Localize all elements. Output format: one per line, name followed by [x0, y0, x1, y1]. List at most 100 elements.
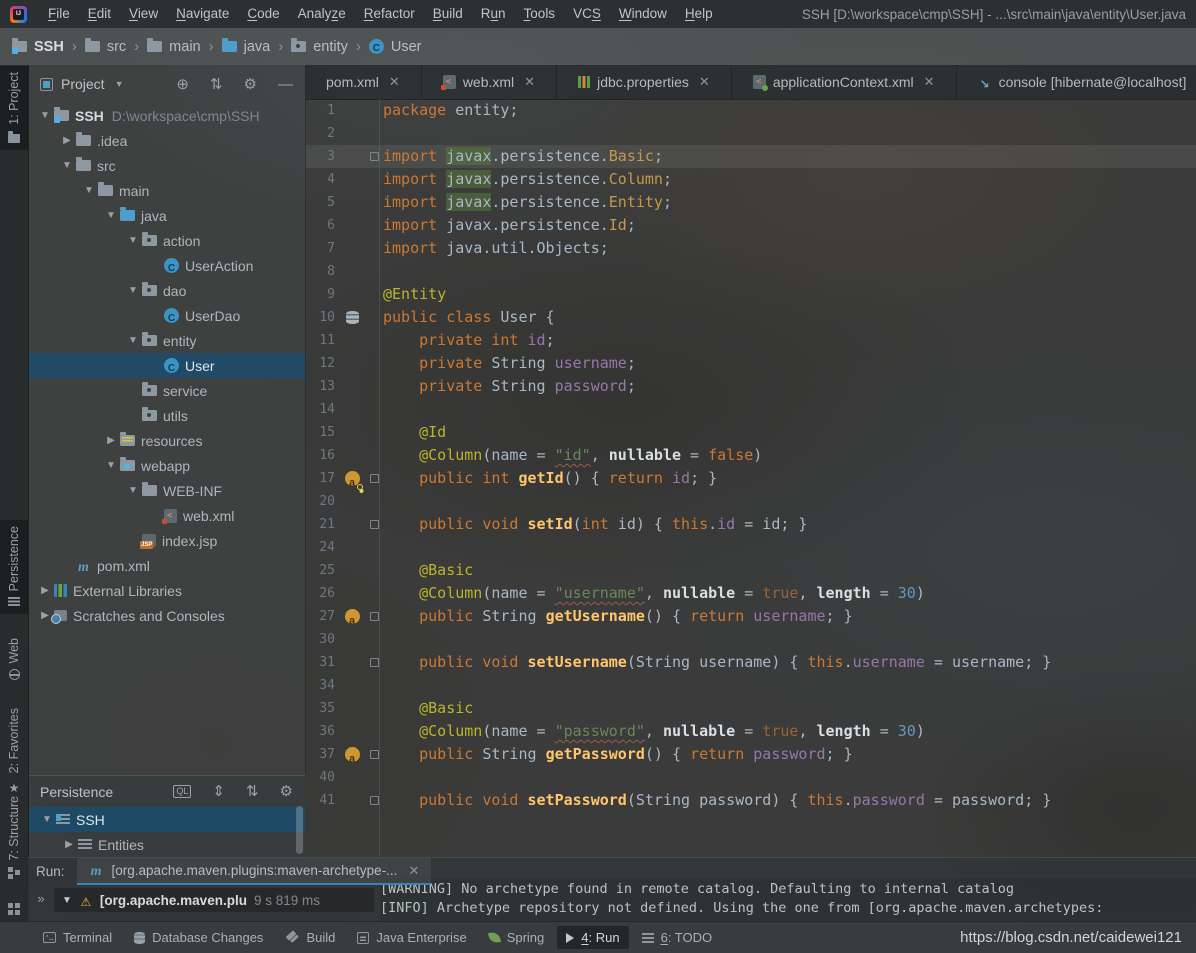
expand-all-icon[interactable]: ⇕	[212, 784, 225, 799]
expanded-arrow-icon[interactable]: ▼	[38, 814, 56, 825]
status-terminal[interactable]: Terminal	[34, 926, 121, 949]
breadcrumb-item-src[interactable]: src	[85, 39, 126, 55]
expanded-arrow-icon[interactable]: ▼	[124, 335, 142, 346]
tree-row-entities[interactable]: ▶Entities	[28, 832, 305, 857]
collapsed-arrow-icon[interactable]: ▶	[102, 435, 120, 446]
editor-tab-jdbc-properties[interactable]: jdbc.properties✕	[557, 65, 732, 99]
fold-marker[interactable]	[365, 152, 383, 161]
tree-row-dao[interactable]: ▼dao	[28, 278, 305, 303]
tree-row-resources[interactable]: ▶resources	[28, 428, 305, 453]
fold-marker[interactable]	[365, 796, 383, 805]
persistence-scrollbar[interactable]	[296, 806, 303, 854]
breadcrumb-item-ssh[interactable]: SSH	[12, 39, 64, 55]
tree-row-index-jsp[interactable]: index.jsp	[28, 528, 305, 553]
locate-icon[interactable]: ⊕	[176, 77, 189, 92]
tree-row-service[interactable]: service	[28, 378, 305, 403]
strip-item-1-project[interactable]: 1: Project	[0, 66, 28, 150]
fold-marker[interactable]	[365, 750, 383, 759]
fold-marker[interactable]	[365, 474, 383, 483]
status-6-todo[interactable]: 6: TODO	[633, 926, 722, 949]
collapsed-arrow-icon[interactable]: ▶	[58, 135, 76, 146]
expanded-arrow-icon[interactable]: ▼	[102, 210, 120, 221]
close-icon[interactable]: ✕	[389, 74, 400, 90]
expand-icon[interactable]: »	[28, 885, 54, 906]
tree-row-ssh[interactable]: ▼SSH	[28, 807, 305, 832]
strip-item-persistence[interactable]: Persistence	[0, 520, 28, 614]
tree-row-java[interactable]: ▼java	[28, 203, 305, 228]
expanded-arrow-icon[interactable]: ▼	[58, 160, 76, 171]
tool-windows-grid-icon[interactable]	[8, 903, 13, 908]
bean-property-icon[interactable]	[345, 747, 360, 762]
tree-row-idea[interactable]: ▶.idea	[28, 128, 305, 153]
status-spring[interactable]: Spring	[480, 926, 554, 949]
status-database-changes[interactable]: Database Changes	[125, 926, 272, 949]
run-tree-node[interactable]: ▼ [org.apache.maven.plu 9 s 819 ms	[54, 888, 374, 912]
fold-square-icon[interactable]	[370, 520, 379, 529]
expanded-arrow-icon[interactable]: ▼	[102, 460, 120, 471]
tree-row-external-libraries[interactable]: ▶External Libraries	[28, 578, 305, 603]
menu-view[interactable]: View	[120, 6, 167, 21]
status-java-enterprise[interactable]: Java Enterprise	[348, 926, 475, 949]
menu-code[interactable]: Code	[238, 6, 288, 21]
collapsed-arrow-icon[interactable]: ▶	[36, 585, 54, 596]
menu-build[interactable]: Build	[424, 6, 472, 21]
tree-row-scratches-and-consoles[interactable]: ▶Scratches and Consoles	[28, 603, 305, 628]
editor-tab-applicationcontext-xml[interactable]: applicationContext.xml✕	[732, 65, 957, 99]
menu-window[interactable]: Window	[610, 6, 676, 21]
close-icon[interactable]: ✕	[524, 74, 535, 90]
close-icon[interactable]: ✕	[924, 74, 935, 90]
menu-run[interactable]: Run	[472, 6, 515, 21]
run-configuration-tab[interactable]: [org.apache.maven.plugins:maven-archetyp…	[77, 858, 432, 885]
expanded-arrow-icon[interactable]: ▼	[124, 285, 142, 296]
strip-item-7-structure[interactable]: 7: Structure	[0, 790, 28, 879]
close-icon[interactable]: ✕	[699, 74, 710, 90]
menu-file[interactable]: File	[39, 6, 79, 21]
expanded-arrow-icon[interactable]: ▼	[124, 235, 142, 246]
tree-row-webapp[interactable]: ▼webapp	[28, 453, 305, 478]
tree-row-utils[interactable]: utils	[28, 403, 305, 428]
editor-tab-pom-xml[interactable]: pom.xml✕	[305, 65, 422, 99]
strip-item-2-favorites[interactable]: 2: Favorites	[0, 702, 28, 804]
fold-square-icon[interactable]	[370, 796, 379, 805]
settings-icon[interactable]: ⚙	[280, 784, 293, 799]
collapse-all-icon[interactable]: ⇅	[210, 77, 223, 92]
status-4-run[interactable]: 4: Run	[557, 926, 628, 949]
tree-row-web-inf[interactable]: ▼WEB-INF	[28, 478, 305, 503]
tree-row-useraction[interactable]: UserAction	[28, 253, 305, 278]
fold-square-icon[interactable]	[370, 612, 379, 621]
fold-square-icon[interactable]	[370, 750, 379, 759]
fold-marker[interactable]	[365, 520, 383, 529]
menu-refactor[interactable]: Refactor	[355, 6, 424, 21]
breadcrumb-item-main[interactable]: main	[147, 39, 200, 55]
fold-marker[interactable]	[365, 612, 383, 621]
tree-row-src[interactable]: ▼src	[28, 153, 305, 178]
editor-tab-web-xml[interactable]: web.xml✕	[422, 65, 557, 99]
entity-database-icon[interactable]	[346, 311, 359, 324]
bean-property-key-icon[interactable]	[345, 471, 360, 486]
breadcrumb-item-user[interactable]: User	[369, 39, 422, 55]
close-icon[interactable]: ✕	[408, 863, 419, 879]
code-editor[interactable]: 1package entity;23import javax.persisten…	[305, 99, 1196, 857]
menu-vcs[interactable]: VCS	[564, 6, 610, 21]
project-view-selector[interactable]: Project ▼	[40, 76, 124, 92]
hide-icon[interactable]: —	[278, 77, 293, 92]
menu-analyze[interactable]: Analyze	[289, 6, 355, 21]
tree-row-ssh[interactable]: ▼SSHD:\workspace\cmp\SSH	[28, 103, 305, 128]
fold-square-icon[interactable]	[370, 658, 379, 667]
bean-property-icon[interactable]	[345, 609, 360, 624]
menu-help[interactable]: Help	[676, 6, 722, 21]
tree-row-main[interactable]: ▼main	[28, 178, 305, 203]
tree-row-action[interactable]: ▼action	[28, 228, 305, 253]
menu-edit[interactable]: Edit	[79, 6, 120, 21]
breadcrumb-item-java[interactable]: java	[222, 39, 271, 55]
expanded-arrow-icon[interactable]: ▼	[80, 185, 98, 196]
expanded-arrow-icon[interactable]: ▼	[124, 485, 142, 496]
fold-square-icon[interactable]	[370, 474, 379, 483]
settings-icon[interactable]: ⚙	[244, 77, 257, 92]
ql-icon[interactable]: QL	[173, 785, 191, 798]
tree-row-web-xml[interactable]: web.xml	[28, 503, 305, 528]
breadcrumb-item-entity[interactable]: entity	[291, 39, 348, 55]
menu-tools[interactable]: Tools	[515, 6, 565, 21]
editor-tab-console-hibernate-localhost[interactable]: console [hibernate@localhost]✕	[957, 65, 1196, 99]
tree-row-user[interactable]: User	[28, 353, 305, 378]
